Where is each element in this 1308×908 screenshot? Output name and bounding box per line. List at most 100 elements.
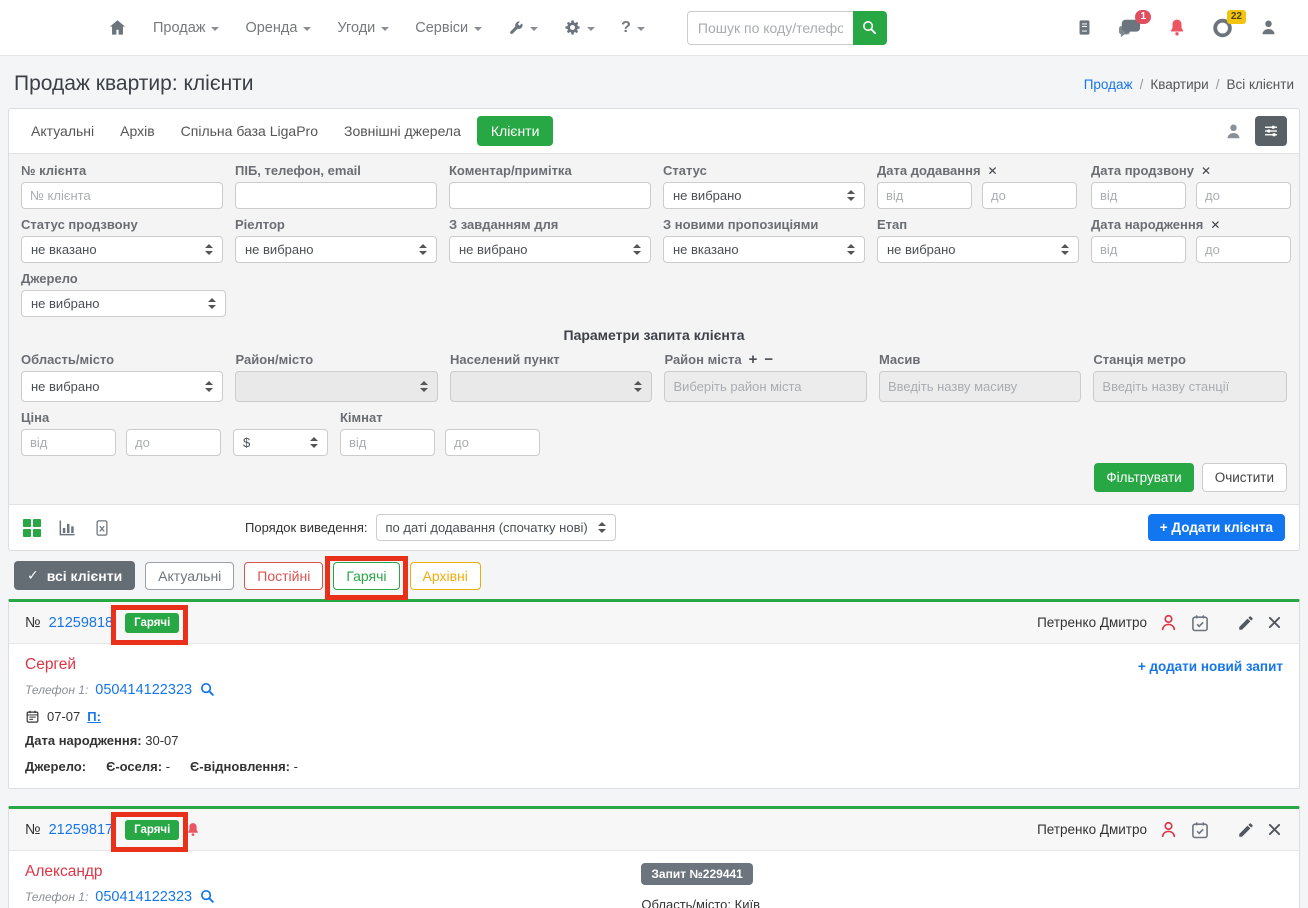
date-added-label: Дата додавання [877,163,981,178]
client-profile-icon[interactable] [1158,612,1179,633]
pill-archived[interactable]: Архівні [409,561,481,590]
calendar-icon [25,709,40,724]
sort-order-value: по даті додавання (спочатку нові) [385,520,588,535]
call-status-label: Статус продзвону [21,217,138,232]
close-icon[interactable] [1266,821,1283,838]
top-navbar: Продаж Оренда Угоди Сервіси ? Пошук по к… [0,0,1308,56]
rooms-from-input[interactable] [340,429,435,456]
currency-select[interactable]: $ [233,429,328,456]
pib-input[interactable] [235,182,437,209]
tab-actual[interactable]: Актуальні [21,117,104,145]
phone-search-icon[interactable] [199,888,216,905]
calendar-check-icon[interactable] [1190,820,1210,840]
history-badge: 22 [1226,9,1246,24]
client-user-icon[interactable] [1224,122,1243,141]
p-link[interactable]: П: [87,709,101,724]
call-status-select[interactable]: не вказано [21,236,223,263]
client-number-link[interactable]: 21259818 [49,615,114,631]
breadcrumb-sale-link[interactable]: Продаж [1084,77,1133,92]
pill-hot[interactable]: Гарячі [333,561,400,590]
masiv-label: Масив [878,352,921,367]
request-region: Область/місто: Київ [641,897,760,908]
menu-settings[interactable] [564,19,596,36]
birth-date-label: Дата народження [1091,217,1204,232]
grid-view-icon[interactable] [23,518,41,537]
help-icon: ? [621,18,631,36]
birth-to-input[interactable] [1196,236,1291,263]
birth-from-input[interactable] [1091,236,1186,263]
client-number-sign: № [25,821,41,838]
date-added-from-input[interactable] [877,182,972,209]
clear-date-added-icon[interactable]: ✕ [988,164,998,178]
request-badge: Запит №229441 [641,863,753,885]
date-call-from-input[interactable] [1091,182,1186,209]
tab-archive[interactable]: Архів [110,117,165,145]
journal-icon[interactable] [1076,18,1093,37]
status-select[interactable]: не вибрано [663,182,865,209]
user-icon[interactable] [1259,18,1278,37]
select-caret-icon [634,381,643,392]
messages-badge: 1 [1135,9,1151,24]
menu-help[interactable]: ? [621,19,645,37]
new-offers-select[interactable]: не вказано [663,236,865,263]
bell-icon[interactable] [1167,17,1187,38]
client-profile-icon[interactable] [1158,819,1179,840]
region-select-value: не вибрано [31,379,100,394]
price-to-input[interactable] [126,429,221,456]
tab-clients[interactable]: Клієнти [476,116,554,146]
add-client-button[interactable]: + Додати клієнта [1147,514,1285,541]
client-number-link[interactable]: 21259817 [49,822,114,838]
search-input[interactable] [686,10,853,45]
tab-external-sources[interactable]: Зовнішні джерела [334,117,471,145]
edit-pencil-icon[interactable] [1237,821,1255,839]
add-new-request-link[interactable]: + додати новий запит [1138,659,1283,674]
history-icon[interactable]: 22 [1212,9,1246,39]
clear-date-call-icon[interactable]: ✕ [1201,164,1211,178]
add-city-district-icon[interactable]: + [749,352,758,367]
client-phone-link[interactable]: 050414122323 [95,889,192,905]
menu-sale[interactable]: Продаж [153,20,220,36]
pill-all-clients[interactable]: ✓ всі клієнти [14,561,136,590]
task-for-select[interactable]: не вибрано [449,236,651,263]
date-added-to-input[interactable] [982,182,1077,209]
edit-pencil-icon[interactable] [1237,614,1255,632]
comment-input[interactable] [449,182,651,209]
stage-select[interactable]: не вибрано [877,236,1079,263]
filter-settings-button[interactable] [1255,116,1287,146]
source-select-value: не вибрано [31,296,100,311]
stage-select-value: не вибрано [887,242,956,257]
date-call-to-input[interactable] [1196,182,1291,209]
eoselia-label: Є-оселя: [106,759,163,774]
price-from-input[interactable] [21,429,116,456]
clear-button[interactable]: Очистити [1201,463,1287,492]
select-caret-icon [205,244,213,255]
filter-button[interactable]: Фільтрувати [1094,463,1194,492]
messages-icon[interactable]: 1 [1118,9,1151,39]
region-select[interactable]: не вибрано [21,371,224,402]
pill-permanent[interactable]: Постійні [244,561,324,590]
realtor-select[interactable]: не вибрано [235,236,437,263]
clear-birth-date-icon[interactable]: ✕ [1210,218,1220,232]
rooms-to-input[interactable] [445,429,540,456]
excel-export-icon[interactable] [93,518,111,538]
remove-city-district-icon[interactable]: − [764,352,773,367]
client-phone-link[interactable]: 050414122323 [95,682,192,698]
calendar-check-icon[interactable] [1190,613,1210,633]
chart-view-icon[interactable] [57,518,77,538]
sort-order-select[interactable]: по даті додавання (спочатку нові) [375,514,616,541]
source-select[interactable]: не вибрано [21,290,226,317]
pill-actual[interactable]: Актуальні [145,561,235,590]
menu-services[interactable]: Сервіси [415,20,483,36]
client-no-input[interactable] [21,182,223,209]
tab-shared-base[interactable]: Спільна база LigaPro [171,117,328,145]
chevron-down-icon [303,26,312,31]
close-icon[interactable] [1266,614,1283,631]
client-name: Сергей [25,656,77,673]
menu-tools[interactable] [508,20,539,36]
masiv-input [878,371,1082,402]
phone-search-icon[interactable] [199,681,216,698]
menu-deals[interactable]: Угоди [337,20,390,36]
menu-rent[interactable]: Оренда [245,20,312,36]
search-button[interactable] [852,10,887,45]
home-icon[interactable] [108,18,127,37]
